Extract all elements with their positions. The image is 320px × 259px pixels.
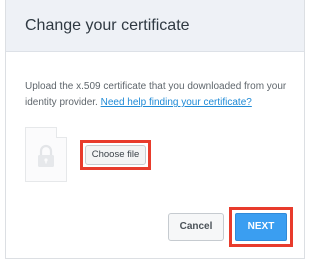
file-upload-area: Choose file: [25, 124, 265, 186]
page-fold: [56, 127, 67, 138]
dialog-description: Upload the x.509 certificate that you do…: [25, 79, 295, 111]
cancel-button[interactable]: Cancel: [168, 213, 224, 241]
dialog-title: Change your certificate: [25, 17, 190, 34]
choose-file-highlight: Choose file: [80, 140, 151, 170]
lock-icon: [38, 144, 54, 167]
choose-file-button[interactable]: Choose file: [85, 145, 146, 165]
certificate-file-placeholder: [25, 127, 67, 182]
dialog-header: Change your certificate: [6, 0, 304, 52]
certificate-dialog: Change your certificate Upload the x.509…: [5, 0, 305, 259]
next-button-highlight: NEXT: [229, 207, 293, 247]
help-link[interactable]: Need help finding your certificate?: [101, 97, 252, 108]
next-button[interactable]: NEXT: [235, 213, 287, 241]
